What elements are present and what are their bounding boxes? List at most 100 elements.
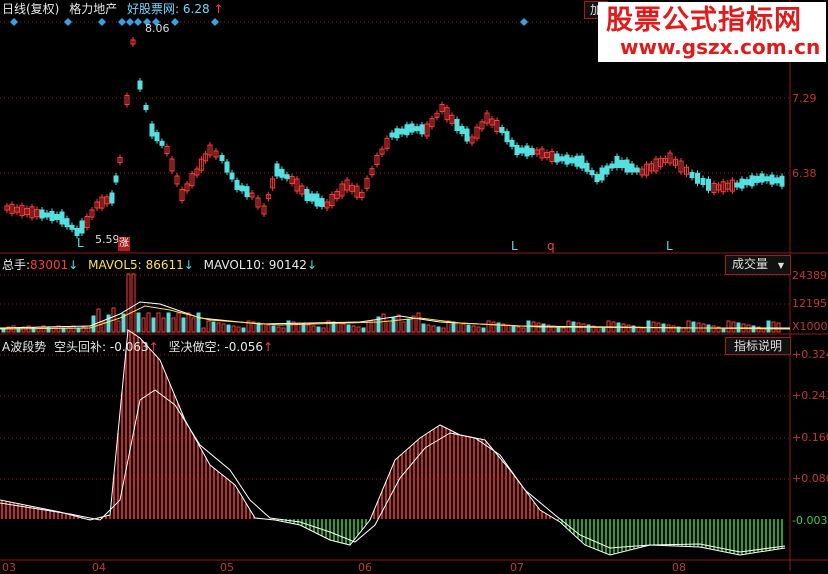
volume-bar: [766, 320, 771, 333]
volume-bar: [116, 320, 121, 333]
volume-dropdown-label: 成交量: [732, 257, 769, 271]
candle-body: [319, 198, 325, 207]
signal-diamond-icon: [118, 18, 126, 26]
candle-body: [137, 80, 143, 90]
zhang-badge: 涨: [118, 237, 130, 251]
signal-mark-l-2: L: [666, 239, 673, 253]
volume-bar: [136, 312, 141, 333]
volume-bar: [36, 326, 41, 333]
volume-bar: [241, 327, 246, 333]
date-tick-08: 08: [672, 561, 686, 574]
volume-bar: [736, 322, 741, 333]
candle-body: [759, 173, 765, 183]
candle-body: [594, 174, 600, 182]
volume-tick-mid: 12195: [792, 297, 827, 310]
volume-bar: [351, 325, 356, 333]
indicator-help-button[interactable]: 指标说明: [725, 337, 791, 355]
candle-body: [224, 161, 230, 173]
stock-name: 格力地产: [69, 2, 118, 16]
volume-bar: [406, 318, 411, 333]
chevron-down-icon: ▼: [777, 261, 784, 270]
candle-body: [769, 174, 775, 185]
candle-body: [695, 172, 700, 184]
candle-body: [574, 155, 580, 167]
candle-body: [509, 139, 515, 147]
period-label: 日线(复权): [2, 2, 60, 16]
mavol10-label: MAVOL10:: [203, 258, 265, 272]
volume-bar: [456, 322, 461, 333]
volume-bar: [561, 327, 566, 333]
down-arrow-icon: ↓: [68, 258, 79, 272]
volume-bar: [311, 325, 316, 333]
date-tick-07: 07: [510, 561, 524, 574]
volume-bar: [346, 324, 351, 333]
candle-body: [604, 165, 610, 175]
indicator-title: A波段势: [2, 340, 47, 354]
candle-body: [569, 157, 575, 164]
volume-bar: [96, 308, 101, 333]
volume-bar: [321, 327, 326, 333]
candle-body: [309, 193, 315, 202]
candle-body: [739, 178, 745, 189]
signal-diamond-icon: [64, 18, 72, 26]
volume-bar: [316, 326, 321, 333]
candle-body: [700, 178, 706, 185]
indicator-tick-2: +0.243: [792, 389, 828, 402]
price-tick-low: 6.38: [792, 167, 817, 180]
volume-bar: [266, 324, 271, 333]
volume-bar: [146, 312, 151, 333]
volume-bar: [426, 324, 431, 333]
candle-body: [584, 162, 590, 172]
signal-diamond-icon: [98, 18, 106, 26]
volume-bar: [71, 325, 76, 333]
candle-body: [239, 185, 245, 192]
candle-body: [619, 160, 625, 168]
volume-bar: [176, 312, 181, 333]
volume-bar: [236, 326, 241, 333]
up-arrow-icon: ↑: [148, 340, 159, 354]
signal-mark-q: q: [547, 239, 555, 253]
candle-body: [609, 163, 615, 169]
signal-diamond-icon: [134, 18, 142, 26]
volume-bar: [461, 323, 466, 333]
volume-bar: [506, 324, 511, 333]
candle-body: [559, 156, 565, 162]
date-tick-03: 03: [2, 561, 16, 574]
volume-bar: [681, 327, 686, 333]
candle-body: [749, 175, 755, 187]
candle-body: [59, 211, 65, 225]
volume-bar: [776, 322, 781, 333]
candle-body: [529, 148, 535, 155]
volume-bar: [156, 312, 161, 333]
candle-body: [454, 119, 460, 131]
candle-body: [304, 189, 310, 201]
candle-body: [629, 163, 635, 173]
volume-bar: [171, 317, 176, 333]
volume-indicator-dropdown[interactable]: 成交量 ▼: [725, 255, 791, 275]
volume-bar: [201, 327, 206, 333]
candle-body: [79, 220, 85, 234]
volume-bar: [161, 317, 166, 333]
volume-bar: [511, 325, 516, 333]
signal-diamond-icon: [126, 18, 134, 26]
candle-body: [284, 174, 290, 180]
volume-bar: [141, 317, 146, 333]
firm-short-value: -0.056: [224, 340, 264, 354]
volume-bar: [771, 321, 776, 333]
volume-bar: [51, 326, 56, 333]
volume-bar: [336, 322, 341, 333]
volume-bar: [471, 325, 476, 333]
mavol10-value: 90142: [268, 258, 307, 272]
candle-body: [109, 192, 115, 204]
volume-bar: [671, 325, 676, 333]
volume-bar: [221, 323, 226, 333]
candle-body: [39, 209, 45, 219]
candle-body: [564, 154, 570, 165]
volume-bar: [126, 273, 131, 333]
up-arrow-icon: ↑: [263, 340, 274, 354]
candle-body: [244, 186, 250, 198]
volume-bar: [276, 326, 281, 333]
candle-body: [754, 175, 760, 183]
candle-body: [744, 179, 750, 186]
watermark-url: www.gszx.com.cn: [620, 35, 821, 59]
